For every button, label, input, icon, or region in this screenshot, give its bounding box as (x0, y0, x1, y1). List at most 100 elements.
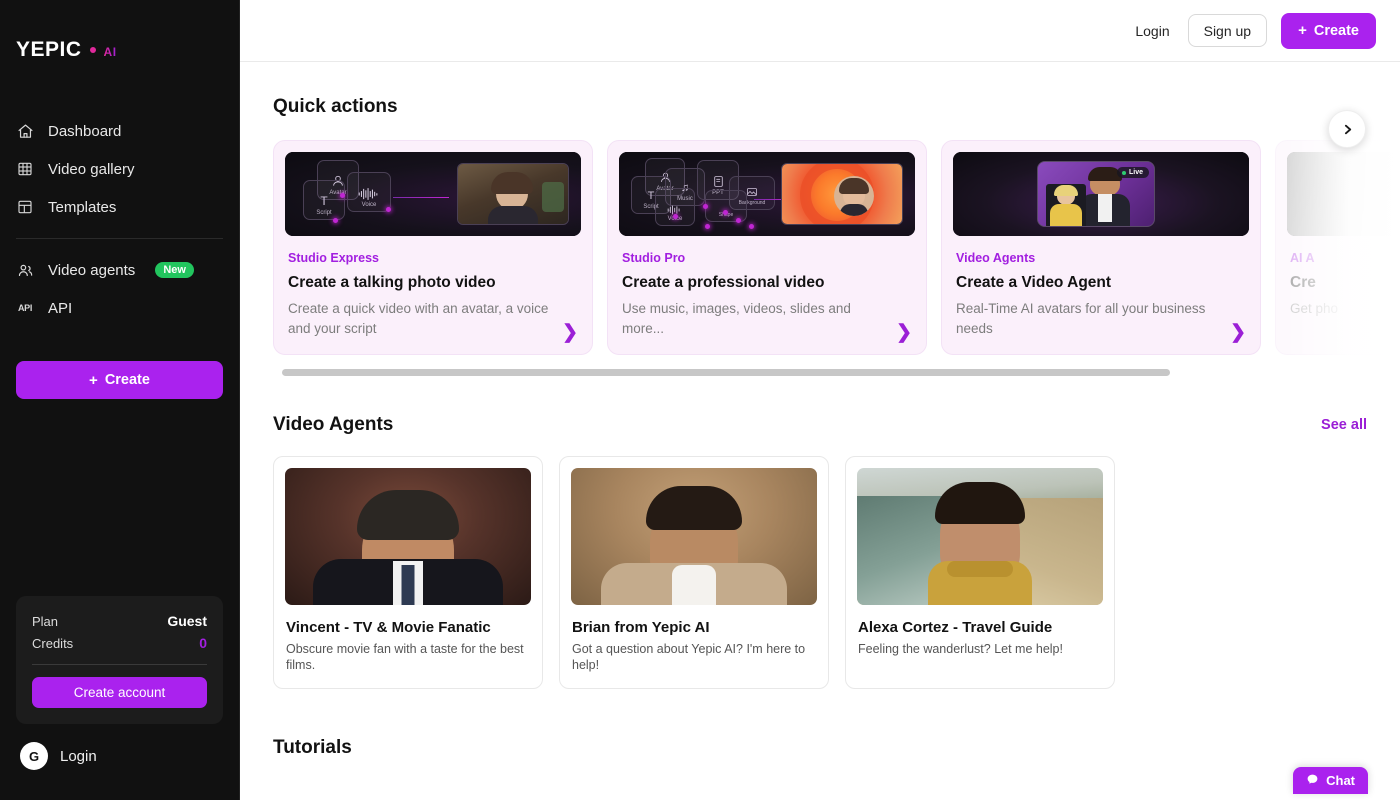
home-icon (16, 122, 34, 140)
api-icon: API (17, 303, 33, 313)
sidebar: YEPIC AI Dashboard Video gallery Templat… (0, 0, 240, 800)
chat-widget-button[interactable]: Chat (1293, 767, 1368, 794)
live-badge-label: Live (1128, 169, 1143, 176)
agent-name: Alexa Cortez - Travel Guide (858, 618, 1053, 636)
page-title: Quick actions (273, 96, 398, 117)
card-thumbnail-ai-avatar (1287, 152, 1400, 236)
sidebar-login-row[interactable]: G Login (20, 742, 97, 770)
create-account-button[interactable]: Create account (32, 677, 207, 708)
plus-icon: + (89, 371, 98, 389)
agent-description: Obscure movie fan with a taste for the b… (286, 641, 524, 673)
agent-description: Got a question about Yepic AI? I'm here … (572, 641, 806, 673)
avatar: G (20, 742, 48, 770)
main-area: Login Sign up + Create Quick actions Ava… (240, 0, 1400, 800)
quick-action-card[interactable]: Avatar T Script Voice Studio Express Cre… (273, 140, 593, 355)
logo-suffix: AI (103, 45, 117, 59)
brand-logo[interactable]: YEPIC AI (0, 0, 239, 62)
film-icon (16, 160, 34, 178)
card-title: Cre (1290, 274, 1316, 291)
quick-action-card[interactable]: AI A Cre Get pho (1275, 140, 1400, 355)
video-agent-card[interactable]: Alexa Cortez - Travel Guide Feeling the … (845, 455, 1115, 690)
plan-divider (32, 664, 207, 665)
quick-action-card[interactable]: Avatar T Script ♫ Music Voice PPT Backgr… (607, 140, 927, 355)
logo-text: YEPIC (16, 38, 82, 61)
card-thumbnail-studio-express: Avatar T Script Voice (285, 152, 581, 236)
card-tag: Video Agents (956, 251, 1036, 265)
chevron-right-icon[interactable]: ❯ (896, 323, 912, 342)
card-title: Create a talking photo video (288, 274, 496, 291)
main-content: Quick actions Avatar T Script Voice Stud… (240, 62, 1400, 759)
section-title-tutorials: Tutorials (273, 737, 352, 759)
credits-label: Credits (32, 635, 74, 651)
plus-icon: + (1298, 22, 1307, 39)
sidebar-item-label: Video agents (48, 261, 136, 279)
app-root: YEPIC AI Dashboard Video gallery Templat… (0, 0, 1400, 800)
agent-avatar-image (571, 467, 817, 605)
card-description: Real-Time AI avatars for all your busine… (956, 301, 1206, 337)
video-agent-card[interactable]: Vincent - TV & Movie Fanatic Obscure mov… (273, 455, 543, 690)
sidebar-item-label: API (48, 299, 73, 317)
see-all-link[interactable]: See all (1321, 417, 1367, 433)
quick-action-card[interactable]: Live Video Agents Create a Video Agent R… (941, 140, 1261, 355)
magenta-dot-icon (89, 47, 96, 53)
sidebar-item-label: Dashboard (48, 122, 122, 140)
plan-label: Plan (32, 613, 59, 629)
sidebar-item-label: Video gallery (48, 160, 135, 178)
layout-icon (16, 198, 34, 216)
top-header: Login Sign up + Create (240, 0, 1400, 62)
card-tag: AI A (1290, 251, 1315, 265)
credits-value: 0 (199, 635, 207, 651)
header-login-link[interactable]: Login (1131, 17, 1173, 45)
sidebar-create-button[interactable]: + Create (16, 361, 223, 399)
sidebar-nav: Dashboard Video gallery Templates Video … (0, 112, 239, 327)
agent-name: Brian from Yepic AI (572, 618, 710, 636)
card-description: Get pho (1290, 301, 1339, 316)
card-description: Create a quick video with an avatar, a v… (288, 301, 549, 337)
sidebar-item-video-agents[interactable]: Video agents New (0, 251, 239, 289)
node-shape: Shape (705, 190, 747, 222)
carousel-scrollbar-track[interactable] (282, 368, 1380, 376)
video-agent-card[interactable]: Brian from Yepic AI Got a question about… (559, 455, 829, 690)
credits-row: Credits 0 (32, 632, 207, 654)
node-voice: Voice (347, 172, 391, 212)
card-title: Create a professional video (622, 274, 825, 291)
node-voice: Voice (655, 188, 695, 226)
agent-name: Vincent - TV & Movie Fanatic (286, 618, 491, 636)
quick-actions-carousel[interactable]: Avatar T Script Voice Studio Express Cre… (240, 140, 1400, 355)
sidebar-item-label: Templates (48, 198, 117, 216)
carousel-next-button[interactable] (1328, 110, 1366, 148)
card-title: Create a Video Agent (956, 274, 1112, 291)
header-create-button[interactable]: + Create (1281, 12, 1376, 49)
sidebar-login-label: Login (60, 747, 97, 765)
plan-card: Plan Guest Credits 0 Create account (16, 596, 223, 724)
agent-avatar-image (857, 467, 1103, 605)
plan-value: Guest (167, 613, 207, 629)
users-icon (16, 261, 34, 279)
video-agents-grid: Vincent - TV & Movie Fanatic Obscure mov… (240, 436, 1400, 690)
agent-description: Feeling the wanderlust? Let me help! (858, 641, 1063, 656)
sidebar-divider (16, 238, 223, 239)
plan-row: Plan Guest (32, 610, 207, 632)
chevron-right-icon[interactable]: ❯ (1230, 323, 1246, 342)
chat-widget-label: Chat (1326, 773, 1355, 788)
header-create-label: Create (1313, 22, 1359, 39)
sidebar-create-label: Create (104, 372, 150, 388)
chat-bubble-icon (1306, 773, 1319, 789)
card-thumbnail-studio-pro: Avatar T Script ♫ Music Voice PPT Backgr… (619, 152, 915, 236)
sidebar-item-dashboard[interactable]: Dashboard (0, 112, 239, 150)
header-signup-button[interactable]: Sign up (1187, 14, 1268, 47)
chevron-right-icon[interactable]: ❯ (562, 323, 578, 342)
sidebar-item-templates[interactable]: Templates (0, 188, 239, 226)
card-tag: Studio Pro (622, 251, 686, 265)
carousel-scrollbar-thumb[interactable] (282, 368, 1170, 376)
sidebar-item-video-gallery[interactable]: Video gallery (0, 150, 239, 188)
sidebar-item-api[interactable]: API API (0, 289, 239, 327)
video-agents-header: Video Agents See all (240, 376, 1400, 436)
quick-actions-header: Quick actions (240, 62, 1400, 118)
tutorials-header: Tutorials (240, 689, 1400, 759)
card-description: Use music, images, videos, slides and mo… (622, 301, 851, 337)
status-badge-new: New (155, 262, 194, 278)
node-script: T Script (303, 180, 345, 220)
agent-avatar-image (285, 467, 531, 605)
card-tag: Studio Express (288, 251, 379, 265)
